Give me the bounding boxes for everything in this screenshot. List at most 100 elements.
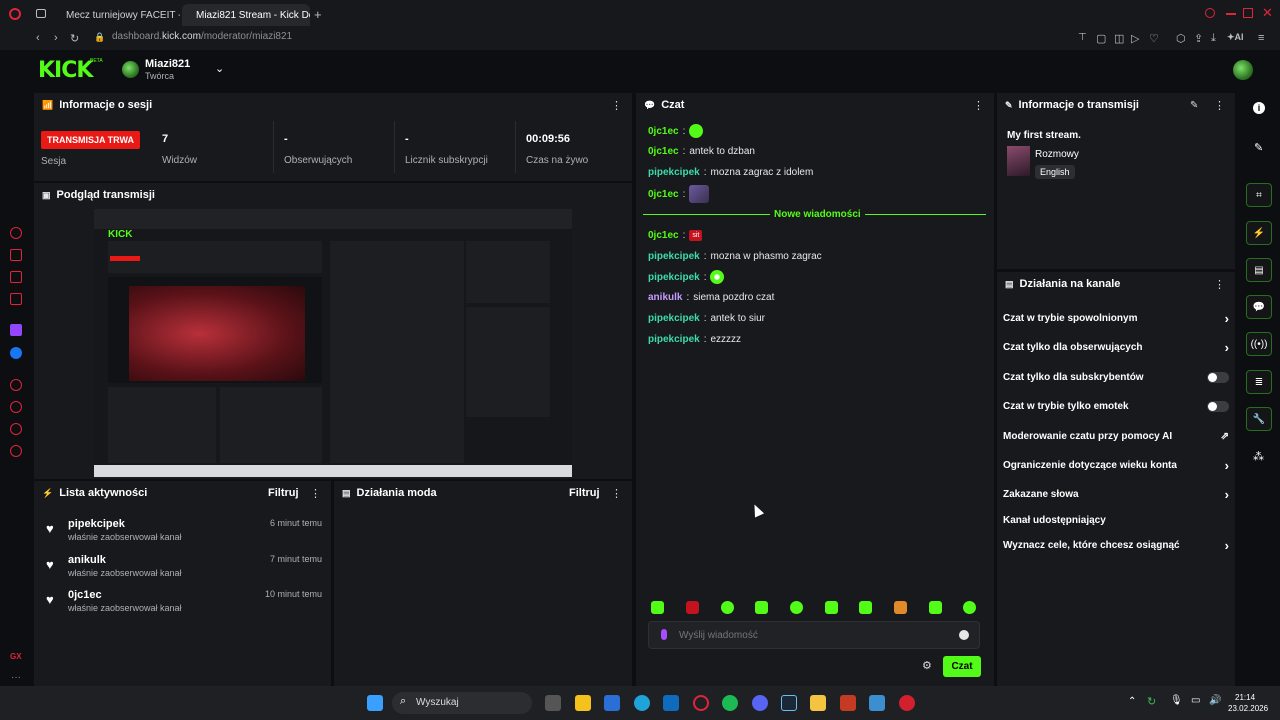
profile-avatar[interactable]	[1233, 60, 1253, 80]
sidebar-home-icon[interactable]	[10, 227, 22, 239]
ai-moderation-row[interactable]: Moderowanie czatu przy pomocy AI ⇗	[1003, 426, 1229, 446]
channel-switch-chevron-down-icon[interactable]: ⌄	[215, 62, 224, 75]
heart-icon[interactable]: ♡	[1149, 32, 1159, 45]
rail-shapes-icon[interactable]: ⁂	[1253, 450, 1264, 463]
emote-10-icon[interactable]	[963, 601, 976, 614]
ai-icon[interactable]: ✦AI	[1227, 32, 1244, 43]
stream-preview-video[interactable]: KICK	[94, 209, 572, 477]
sidebar-history-icon[interactable]	[10, 271, 22, 283]
discord-icon[interactable]	[752, 695, 768, 711]
tab-overview-icon[interactable]	[36, 9, 46, 18]
share-icon[interactable]: ⇪	[1194, 32, 1203, 45]
minimize-icon[interactable]	[1226, 13, 1236, 15]
chat-options-icon[interactable]: ⋮	[973, 99, 984, 112]
emote-1-icon[interactable]	[651, 601, 664, 614]
tab-faceit[interactable]: Mecz turniejowy FACEIT -	[52, 4, 180, 26]
sidebar-speed-dial-icon[interactable]	[10, 423, 22, 435]
chat-username[interactable]: 0jc1ec	[648, 189, 679, 200]
app-red-icon[interactable]	[899, 695, 915, 711]
task-view-icon[interactable]	[545, 695, 561, 711]
channel-actions-options-icon[interactable]: ⋮	[1214, 278, 1225, 291]
menu-icon[interactable]: ≡	[1258, 32, 1264, 44]
camera-icon[interactable]: ◫	[1114, 32, 1124, 45]
chat-username[interactable]: 0jc1ec	[648, 146, 679, 157]
sidebar-clock-icon[interactable]	[10, 401, 22, 413]
tray-mic-icon[interactable]: 🎙	[1170, 695, 1183, 706]
snapshot-icon[interactable]: ▢	[1096, 32, 1106, 45]
tray-volume-icon[interactable]: 🔊	[1209, 695, 1221, 706]
info-icon[interactable]: i	[1253, 102, 1265, 114]
forward-icon[interactable]: ›	[54, 32, 58, 44]
taskbar-search[interactable]: ⌕ Wyszukaj	[392, 692, 532, 714]
steam-icon[interactable]	[781, 695, 797, 711]
taskbar-time[interactable]: 21:14	[1235, 693, 1255, 702]
close-window-icon[interactable]: ✕	[1262, 5, 1273, 21]
rail-broadcast-icon[interactable]: ((•))	[1246, 332, 1272, 356]
play-icon[interactable]: ▷	[1131, 32, 1139, 45]
reload-icon[interactable]: ↻	[70, 32, 79, 45]
tray-sync-icon[interactable]: ↻	[1147, 695, 1156, 708]
activity-options-icon[interactable]: ⋮	[310, 487, 321, 500]
banned-words-row[interactable]: Zakazane słowa ›	[1003, 484, 1229, 504]
edge-icon[interactable]	[634, 695, 650, 711]
chat-settings-gear-icon[interactable]: ⚙	[922, 659, 932, 672]
download-icon[interactable]: ⤓	[1211, 32, 1216, 45]
extensions-icon[interactable]: ⬡	[1176, 32, 1186, 45]
subscribers-only-toggle[interactable]	[1207, 371, 1229, 383]
sidebar-player-icon[interactable]	[10, 379, 22, 391]
twitch-icon[interactable]	[10, 324, 22, 336]
sidebar-news-icon[interactable]	[10, 293, 22, 305]
rail-layers-icon[interactable]: ≣	[1246, 370, 1272, 394]
kick-logo[interactable]: KICK	[38, 58, 93, 83]
category-name[interactable]: Rozmowy	[1035, 149, 1079, 160]
chat-username[interactable]: pipekcipek	[648, 272, 700, 283]
rail-screenshot-icon[interactable]: ⌗	[1246, 183, 1272, 207]
activity-user[interactable]: anikulk	[68, 554, 106, 566]
back-icon[interactable]: ‹	[36, 32, 40, 44]
sidebar-gx-icon[interactable]: GX	[10, 652, 22, 661]
chat-username[interactable]: pipekcipek	[648, 167, 700, 178]
app-shield-icon[interactable]	[840, 695, 856, 711]
edit-stream-info-icon[interactable]: ✎	[1190, 100, 1198, 111]
rail-tools-icon[interactable]: 🔧	[1246, 407, 1272, 431]
emote-4-icon[interactable]	[755, 601, 768, 614]
chat-send-button[interactable]: Czat	[943, 656, 981, 677]
pin-icon[interactable]: ⊤	[1078, 32, 1087, 43]
activity-user[interactable]: 0jc1ec	[68, 589, 102, 601]
microphone-icon[interactable]	[661, 629, 667, 640]
mod-actions-options-icon[interactable]: ⋮	[611, 487, 622, 500]
chat-username[interactable]: pipekcipek	[648, 251, 700, 262]
sidebar-settings-icon[interactable]	[10, 445, 22, 457]
opera-logo-icon[interactable]	[9, 8, 21, 20]
activity-user[interactable]: pipekcipek	[68, 518, 125, 530]
chat-username[interactable]: pipekcipek	[648, 313, 700, 324]
account-age-row[interactable]: Ograniczenie dotyczące wieku konta ›	[1003, 455, 1229, 475]
edit-layout-pencil-icon[interactable]: ✎	[1254, 141, 1263, 154]
sidebar-bookmarks-icon[interactable]	[10, 249, 22, 261]
app-yellow-icon[interactable]	[810, 695, 826, 711]
mod-actions-filter-button[interactable]: Filtruj	[569, 487, 600, 499]
app-monitor-icon[interactable]	[869, 695, 885, 711]
session-options-icon[interactable]: ⋮	[611, 99, 622, 112]
sidebar-more-icon[interactable]: ···	[11, 672, 21, 683]
emote-7-icon[interactable]	[859, 601, 872, 614]
outlook-icon[interactable]	[663, 695, 679, 711]
emote-only-toggle[interactable]	[1207, 400, 1229, 412]
chat-message-input[interactable]	[679, 627, 939, 643]
file-explorer-icon[interactable]	[575, 695, 591, 711]
store-icon[interactable]	[604, 695, 620, 711]
windows-start-icon[interactable]	[367, 695, 383, 711]
new-tab-icon[interactable]: +	[314, 7, 322, 22]
rail-document-icon[interactable]: ▤	[1246, 258, 1272, 282]
search-tabs-icon[interactable]	[1205, 8, 1215, 18]
chat-username[interactable]: anikulk	[648, 292, 682, 303]
activity-filter-button[interactable]: Filtruj	[268, 487, 299, 499]
rail-chat-icon[interactable]: 💬	[1246, 295, 1272, 319]
maximize-icon[interactable]	[1243, 8, 1253, 18]
spotify-icon[interactable]	[722, 695, 738, 711]
chat-username[interactable]: 0jc1ec	[648, 126, 679, 137]
slow-mode-row[interactable]: Czat w trybie spowolnionym ›	[1003, 308, 1229, 328]
emote-9-icon[interactable]	[929, 601, 942, 614]
followers-only-row[interactable]: Czat tylko dla obserwujących ›	[1003, 337, 1229, 357]
messenger-icon[interactable]	[10, 347, 22, 359]
